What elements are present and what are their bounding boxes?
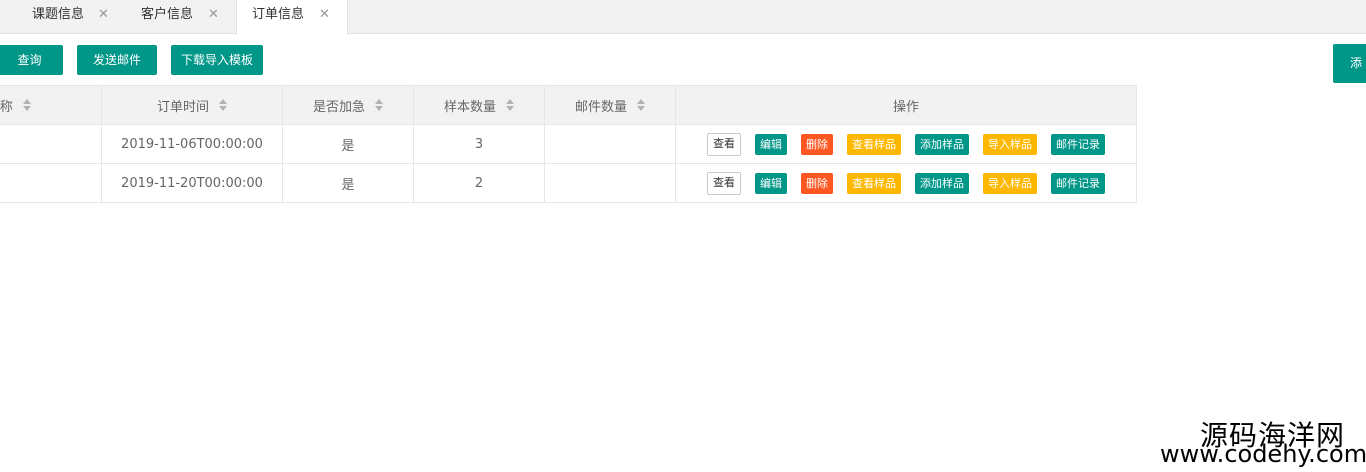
column-header-label: 订单时间: [156, 99, 209, 115]
column-header-samples[interactable]: 样本数量: [413, 85, 545, 125]
sort-icon[interactable]: [637, 99, 645, 111]
table-header-row: 名称 订单时间 是否加急 样本数量 邮件数量 操作: [0, 85, 1137, 125]
column-header-name[interactable]: 名称: [0, 85, 102, 125]
cell-actions: 查看 编辑 删除 查看样品 添加样品 导入样品 邮件记录: [675, 124, 1137, 164]
view-button[interactable]: 查看: [707, 171, 741, 195]
table-row: 2019-11-06T00:00:00 是 3 查看 编辑 删除 查看样品 添加…: [0, 124, 1137, 164]
cell-urgent: 是: [282, 163, 414, 203]
cell-order-time: 2019-11-20T00:00:00: [101, 163, 283, 203]
delete-button[interactable]: 删除: [801, 133, 833, 155]
cell-mails: [544, 124, 676, 164]
column-header-order-time[interactable]: 订单时间: [101, 85, 283, 125]
close-icon[interactable]: ✕: [319, 0, 330, 30]
import-samples-button[interactable]: 导入样品: [983, 172, 1037, 194]
query-button[interactable]: 查询: [0, 45, 63, 75]
tab-order-info[interactable]: 订单信息 ✕: [236, 0, 348, 35]
cell-samples: 3: [413, 124, 545, 164]
column-header-actions: 操作: [675, 85, 1137, 125]
cell-actions: 查看 编辑 删除 查看样品 添加样品 导入样品 邮件记录: [675, 163, 1137, 203]
mail-records-button[interactable]: 邮件记录: [1051, 133, 1105, 155]
add-button[interactable]: 添: [1333, 44, 1366, 83]
sort-icon[interactable]: [375, 99, 383, 111]
column-header-label: 是否加急: [312, 99, 365, 115]
cell-samples: 2: [413, 163, 545, 203]
close-icon[interactable]: ✕: [98, 0, 109, 30]
send-mail-button[interactable]: 发送邮件: [77, 45, 157, 75]
cell-urgent: 是: [282, 124, 414, 164]
close-icon[interactable]: ✕: [208, 0, 219, 30]
tab-label: 客户信息: [141, 7, 194, 22]
edit-button[interactable]: 编辑: [755, 133, 787, 155]
view-samples-button[interactable]: 查看样品: [847, 172, 901, 194]
tab-bar: 课题信息 ✕ 客户信息 ✕ 订单信息 ✕: [0, 0, 1366, 35]
tab-customer-info[interactable]: 客户信息 ✕: [120, 0, 236, 35]
tab-topic-info[interactable]: 课题信息 ✕: [0, 0, 120, 35]
view-button[interactable]: 查看: [707, 132, 741, 156]
order-table: 名称 订单时间 是否加急 样本数量 邮件数量 操作 2019-11-06T00:…: [0, 85, 1137, 203]
table-row: 2019-11-20T00:00:00 是 2 查看 编辑 删除 查看样品 添加…: [0, 163, 1137, 203]
watermark-url: www.codehy.com: [1160, 440, 1366, 468]
sort-icon[interactable]: [22, 99, 31, 111]
delete-button[interactable]: 删除: [801, 172, 833, 194]
tab-label: 课题信息: [32, 7, 85, 22]
column-header-label: 邮件数量: [574, 99, 627, 115]
mail-records-button[interactable]: 邮件记录: [1051, 172, 1105, 194]
sort-icon[interactable]: [506, 99, 514, 111]
view-samples-button[interactable]: 查看样品: [847, 133, 901, 155]
column-header-label: 样本数量: [443, 99, 496, 115]
column-header-urgent[interactable]: 是否加急: [282, 85, 414, 125]
add-samples-button[interactable]: 添加样品: [915, 172, 969, 194]
download-template-button[interactable]: 下载导入模板: [171, 45, 263, 75]
cell-name: [0, 124, 102, 164]
sort-icon[interactable]: [219, 99, 227, 111]
cell-order-time: 2019-11-06T00:00:00: [101, 124, 283, 164]
column-header-label: 名称: [0, 99, 13, 115]
column-header-mails[interactable]: 邮件数量: [544, 85, 676, 125]
cell-name: [0, 163, 102, 203]
add-samples-button[interactable]: 添加样品: [915, 133, 969, 155]
cell-mails: [544, 163, 676, 203]
import-samples-button[interactable]: 导入样品: [983, 133, 1037, 155]
edit-button[interactable]: 编辑: [755, 172, 787, 194]
tab-label: 订单信息: [252, 7, 305, 22]
